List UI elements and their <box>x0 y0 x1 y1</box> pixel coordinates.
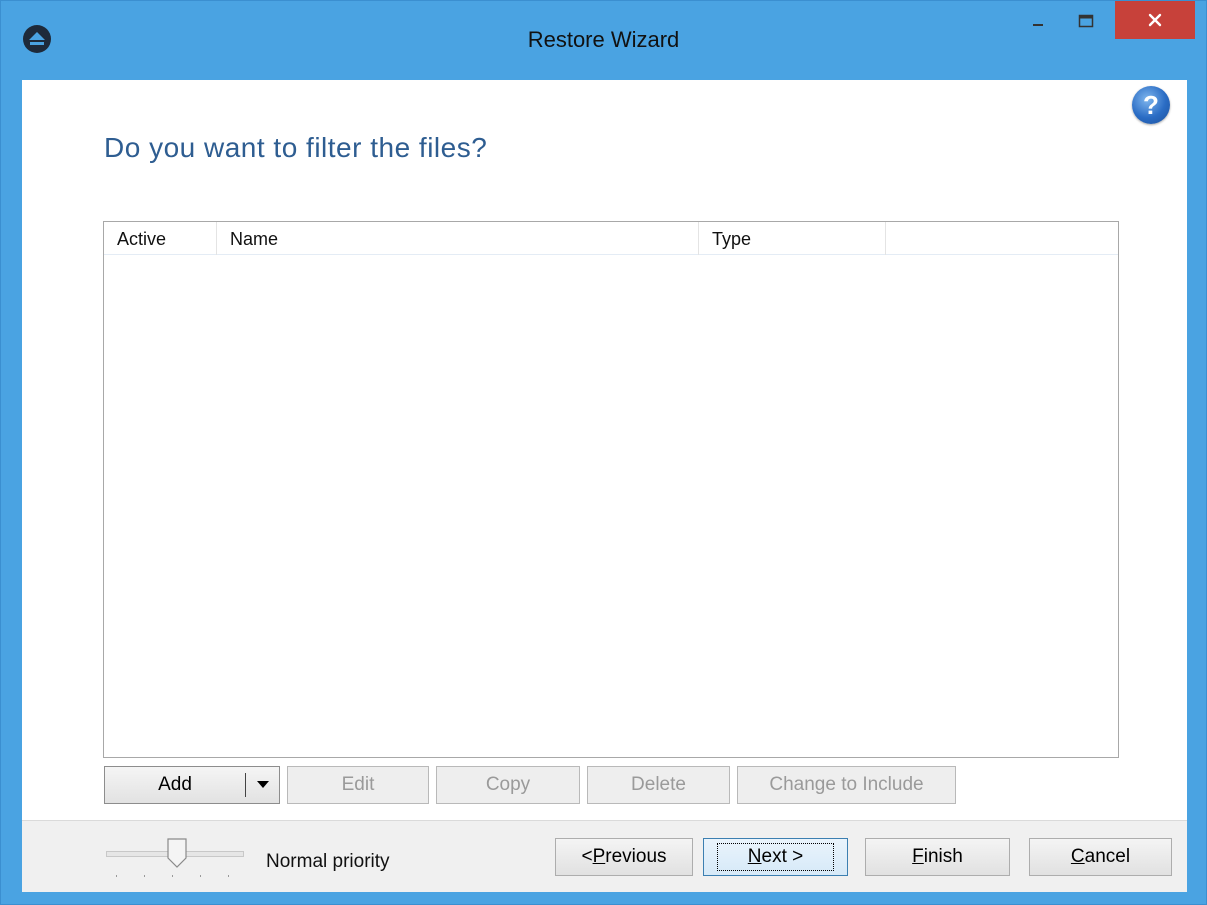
copy-button[interactable]: Copy <box>436 766 580 804</box>
list-header: Active Name Type <box>104 222 1118 255</box>
priority-slider[interactable] <box>106 835 246 883</box>
wizard-footer: Normal priority < Previous Next > Finish… <box>22 820 1187 892</box>
change-to-include-button[interactable]: Change to Include <box>737 766 956 804</box>
finish-button[interactable]: Finish <box>865 838 1010 876</box>
filter-toolbar: Add Edit Copy Delete Change to Include <box>104 766 963 804</box>
slider-ticks <box>116 875 229 877</box>
column-header-active[interactable]: Active <box>104 222 217 255</box>
page-title: Do you want to filter the files? <box>104 132 488 163</box>
finish-label-mnemonic: F <box>912 846 924 867</box>
add-button[interactable]: Add <box>105 767 245 803</box>
restore-wizard-window: Restore Wizard ? Do you want to filter t… <box>0 0 1207 905</box>
help-icon[interactable]: ? <box>1132 86 1170 124</box>
add-dropdown-button[interactable] <box>245 773 279 797</box>
priority-label: Normal priority <box>266 851 390 872</box>
column-header-name[interactable]: Name <box>217 222 699 255</box>
next-label-mnemonic: N <box>747 846 762 867</box>
column-header-type[interactable]: Type <box>699 222 886 255</box>
wizard-body: ? Do you want to filter the files? Activ… <box>22 80 1187 892</box>
close-icon <box>1148 13 1162 27</box>
previous-label-rest: revious <box>605 846 667 867</box>
finish-label-rest: inish <box>923 846 963 867</box>
next-label-rest: ext > <box>761 846 804 867</box>
dropdown-arrow-icon <box>256 781 269 788</box>
edit-button[interactable]: Edit <box>287 766 429 804</box>
previous-button[interactable]: < Previous <box>555 838 693 876</box>
cancel-button[interactable]: Cancel <box>1029 838 1172 876</box>
add-split-button[interactable]: Add <box>104 766 280 804</box>
cancel-label-mnemonic: C <box>1070 846 1085 867</box>
slider-thumb[interactable] <box>166 838 188 868</box>
minimize-button[interactable] <box>1014 1 1062 41</box>
minimize-icon <box>1033 24 1043 26</box>
previous-label-mnemonic: P <box>592 846 606 867</box>
title-bar: Restore Wizard <box>1 1 1206 81</box>
close-button[interactable] <box>1115 1 1195 39</box>
previous-label-prefix: < <box>581 846 593 867</box>
next-focus-ring: Next > <box>716 843 835 871</box>
maximize-icon <box>1078 14 1094 28</box>
delete-button[interactable]: Delete <box>587 766 730 804</box>
next-button[interactable]: Next > <box>703 838 848 876</box>
maximize-button[interactable] <box>1062 1 1110 41</box>
filter-list[interactable]: Active Name Type <box>103 221 1119 758</box>
cancel-label-rest: ancel <box>1084 846 1131 867</box>
